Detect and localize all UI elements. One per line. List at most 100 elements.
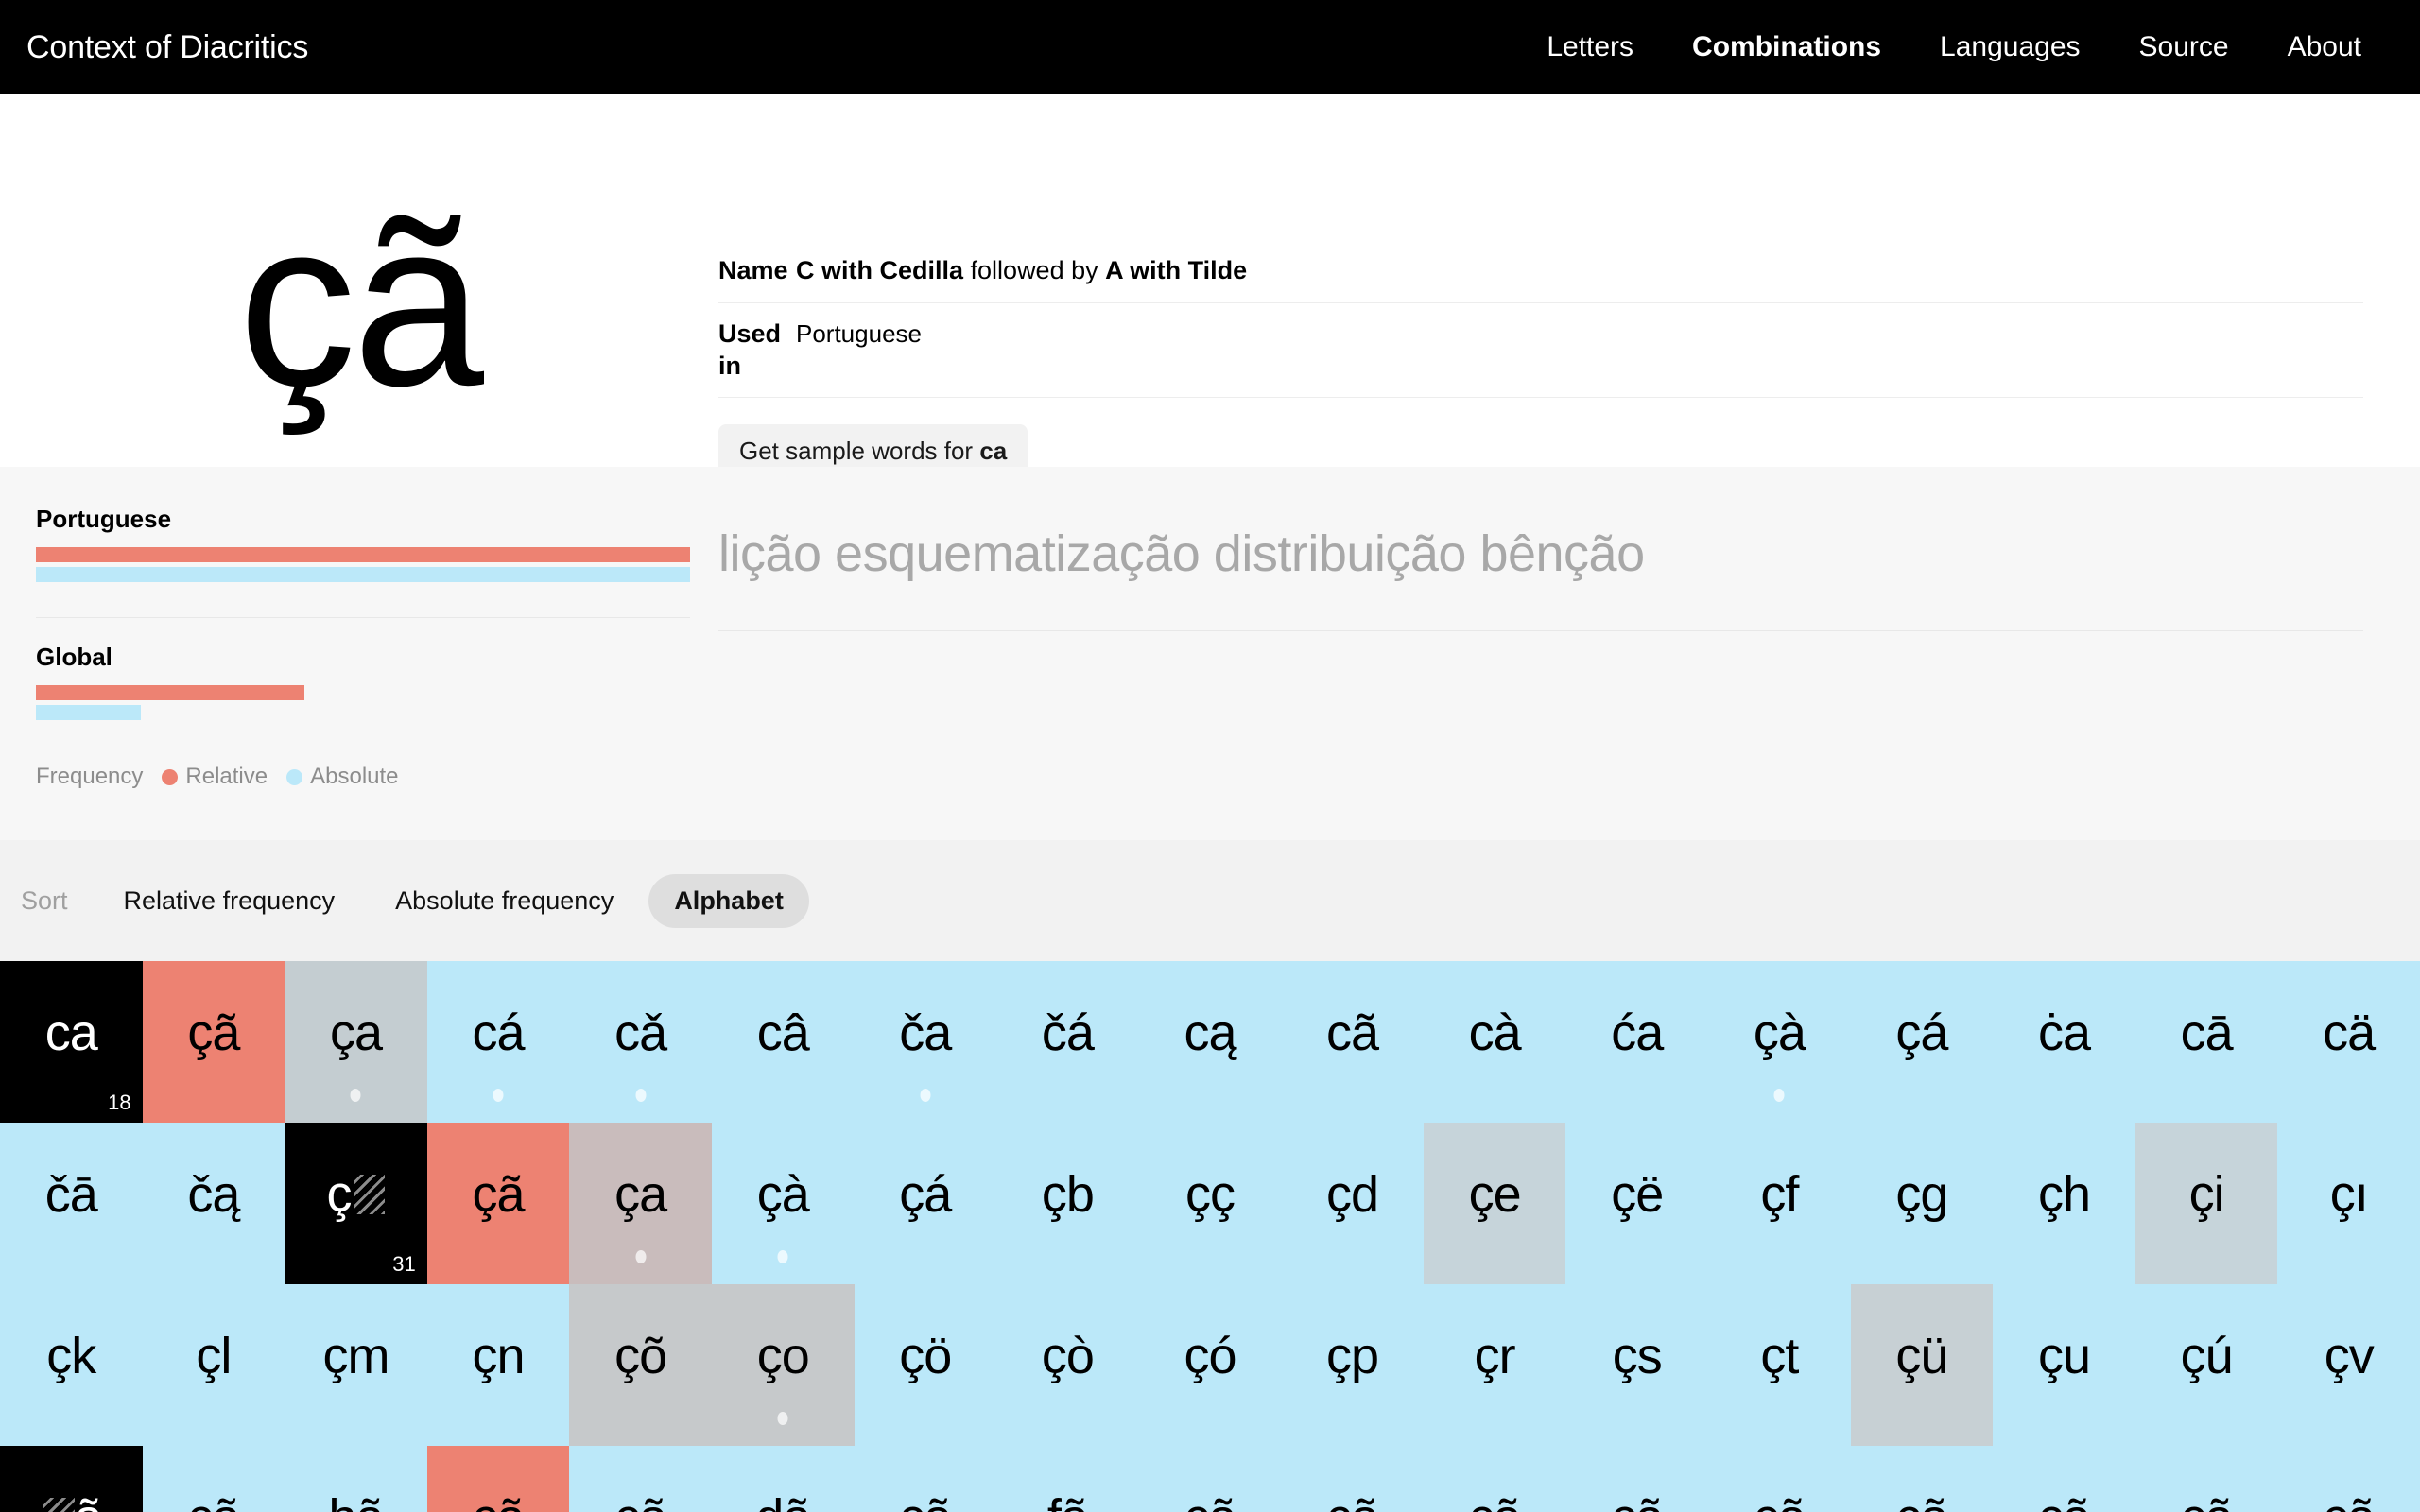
grid-cell[interactable]: hã bbox=[285, 1446, 427, 1512]
sort-option-alphabet[interactable]: Alphabet bbox=[648, 873, 809, 928]
grid-cell[interactable]: cà bbox=[1423, 961, 1566, 1123]
grid-cell[interactable]: çó bbox=[1138, 1284, 1282, 1446]
grid-cell[interactable]: çà bbox=[711, 1123, 855, 1284]
legend-absolute-label: Absolute bbox=[310, 764, 399, 789]
grid-cell[interactable]: çã bbox=[1850, 1446, 1994, 1512]
blank-letter-hatch-icon bbox=[354, 1174, 386, 1214]
grid-cell-pair: çú bbox=[2180, 1327, 2234, 1384]
grid-cell[interactable]: cã bbox=[1281, 961, 1424, 1123]
grid-cell[interactable]: çr bbox=[1423, 1284, 1566, 1446]
grid-cell-pair: çh bbox=[2038, 1165, 2091, 1223]
grid-cell[interactable]: çl bbox=[142, 1284, 285, 1446]
grid-cell[interactable]: çm bbox=[285, 1284, 427, 1446]
grid-cell[interactable]: ã bbox=[0, 1446, 143, 1512]
grid-cell-pair: dã bbox=[755, 1492, 811, 1512]
grid-cell[interactable]: çã bbox=[1565, 1446, 1709, 1512]
grid-cell[interactable]: çe bbox=[1423, 1123, 1566, 1284]
grid-cell-pair: çf bbox=[1760, 1165, 1799, 1223]
grid-cell[interactable]: çk bbox=[0, 1284, 143, 1446]
grid-cell[interactable]: çã bbox=[2277, 1446, 2420, 1512]
grid-cell[interactable]: çi bbox=[2135, 1123, 2278, 1284]
grid-cell[interactable]: çã bbox=[569, 1446, 712, 1512]
grid-cell[interactable]: çã bbox=[142, 961, 285, 1123]
grid-cell-marker-dot-icon bbox=[350, 1089, 361, 1102]
grid-cell[interactable]: çn bbox=[426, 1284, 570, 1446]
grid-cell[interactable]: çf bbox=[1708, 1123, 1851, 1284]
grid-cell[interactable]: çh bbox=[1993, 1123, 2135, 1284]
grid-cell[interactable]: çá bbox=[1850, 961, 1994, 1123]
grid-cell[interactable]: cä bbox=[2277, 961, 2420, 1123]
grid-cell[interactable]: cǎ bbox=[569, 961, 712, 1123]
grid-cell[interactable]: çu bbox=[1993, 1284, 2135, 1446]
grid-cell[interactable]: ća bbox=[1565, 961, 1709, 1123]
grid-cell[interactable]: câ bbox=[711, 961, 855, 1123]
frequency-language-title: Portuguese bbox=[36, 505, 172, 533]
grid-cell-pair: çã bbox=[2323, 1492, 2376, 1512]
grid-cell[interactable]: çö bbox=[854, 1284, 997, 1446]
grid-cell[interactable]: çã bbox=[854, 1446, 997, 1512]
sort-option-absolute-frequency[interactable]: Absolute frequency bbox=[370, 874, 639, 928]
grid-cell[interactable]: çã bbox=[2135, 1446, 2278, 1512]
grid-cell[interactable]: çõ bbox=[569, 1284, 712, 1446]
grid-cell-pair: čá bbox=[1041, 1004, 1095, 1061]
grid-cell[interactable]: čā bbox=[0, 1123, 143, 1284]
grid-cell-pair: câ bbox=[756, 1004, 810, 1061]
grid-cell[interactable]: fã bbox=[996, 1446, 1139, 1512]
grid-cell[interactable]: çı bbox=[2277, 1123, 2420, 1284]
grid-cell[interactable]: çü bbox=[1850, 1284, 1994, 1446]
grid-cell[interactable]: çã bbox=[1281, 1446, 1424, 1512]
grid-cell[interactable]: ço bbox=[711, 1284, 855, 1446]
grid-cell-pair: çã bbox=[899, 1492, 952, 1512]
grid-cell[interactable]: çç bbox=[1138, 1123, 1282, 1284]
grid-cell[interactable]: ça bbox=[569, 1123, 712, 1284]
grid-cell[interactable]: çã bbox=[1423, 1446, 1566, 1512]
bar-language-relative bbox=[36, 547, 690, 562]
grid-cell[interactable]: ç 31 bbox=[285, 1123, 427, 1284]
grid-cell[interactable]: çp bbox=[1281, 1284, 1424, 1446]
grid-cell[interactable]: çd bbox=[1281, 1123, 1424, 1284]
grid-cell[interactable]: çú bbox=[2135, 1284, 2278, 1446]
grid-cell[interactable]: çã bbox=[1138, 1446, 1282, 1512]
grid-cell-pair: çv bbox=[2324, 1327, 2375, 1384]
grid-cell[interactable]: çt bbox=[1708, 1284, 1851, 1446]
grid-cell[interactable]: çã bbox=[1708, 1446, 1851, 1512]
grid-cell-pair: ća bbox=[1611, 1004, 1664, 1061]
grid-cell[interactable]: çb bbox=[996, 1123, 1139, 1284]
grid-cell[interactable]: çã bbox=[426, 1123, 570, 1284]
grid-cell[interactable]: çg bbox=[1850, 1123, 1994, 1284]
grid-cell[interactable]: dã bbox=[711, 1446, 855, 1512]
grid-cell[interactable]: ca 18 bbox=[0, 961, 143, 1123]
grid-cell[interactable]: ċa bbox=[1993, 961, 2135, 1123]
nav-item-letters[interactable]: Letters bbox=[1547, 31, 1634, 63]
grid-cell[interactable]: çà bbox=[1708, 961, 1851, 1123]
grid-cell[interactable]: čá bbox=[996, 961, 1139, 1123]
grid-cell-pair: çà bbox=[756, 1165, 810, 1223]
grid-cell[interactable]: çã bbox=[142, 1446, 285, 1512]
glyph-preview-area: çã bbox=[0, 94, 718, 467]
grid-cell[interactable]: cá bbox=[426, 961, 570, 1123]
grid-cell[interactable]: çò bbox=[996, 1284, 1139, 1446]
grid-cell[interactable]: ča bbox=[854, 961, 997, 1123]
frequency-panel: Portuguese Global Frequency Relative Abs… bbox=[0, 467, 2420, 840]
nav-item-languages[interactable]: Languages bbox=[1940, 31, 2080, 63]
grid-cell[interactable]: čą bbox=[142, 1123, 285, 1284]
legend-item-absolute: Absolute bbox=[286, 764, 399, 790]
grid-cell[interactable]: cą bbox=[1138, 961, 1282, 1123]
grid-cell[interactable]: çá bbox=[854, 1123, 997, 1284]
grid-cell-pair: çã bbox=[187, 1004, 240, 1061]
sort-option-relative-frequency[interactable]: Relative frequency bbox=[98, 874, 361, 928]
grid-cell-marker-dot-icon bbox=[777, 1250, 788, 1263]
combination-grid: ca 18 çã ça cá cǎ câ ča čá cą cã cà ća çà çá ċa cā cä čā čą… bbox=[0, 961, 2420, 1512]
grid-cell[interactable]: çã bbox=[1993, 1446, 2135, 1512]
nav-item-about[interactable]: About bbox=[2288, 31, 2361, 63]
blank-letter-hatch-icon bbox=[43, 1497, 75, 1512]
nav-item-combinations[interactable]: Combinations bbox=[1692, 31, 1881, 63]
grid-cell-pair: çã bbox=[187, 1492, 240, 1512]
grid-cell[interactable]: cā bbox=[2135, 961, 2278, 1123]
grid-cell[interactable]: çv bbox=[2277, 1284, 2420, 1446]
grid-cell[interactable]: çs bbox=[1565, 1284, 1709, 1446]
grid-cell[interactable]: ça bbox=[285, 961, 427, 1123]
nav-item-source[interactable]: Source bbox=[2139, 31, 2229, 63]
grid-cell[interactable]: çë bbox=[1565, 1123, 1709, 1284]
grid-cell[interactable]: çã bbox=[426, 1446, 570, 1512]
